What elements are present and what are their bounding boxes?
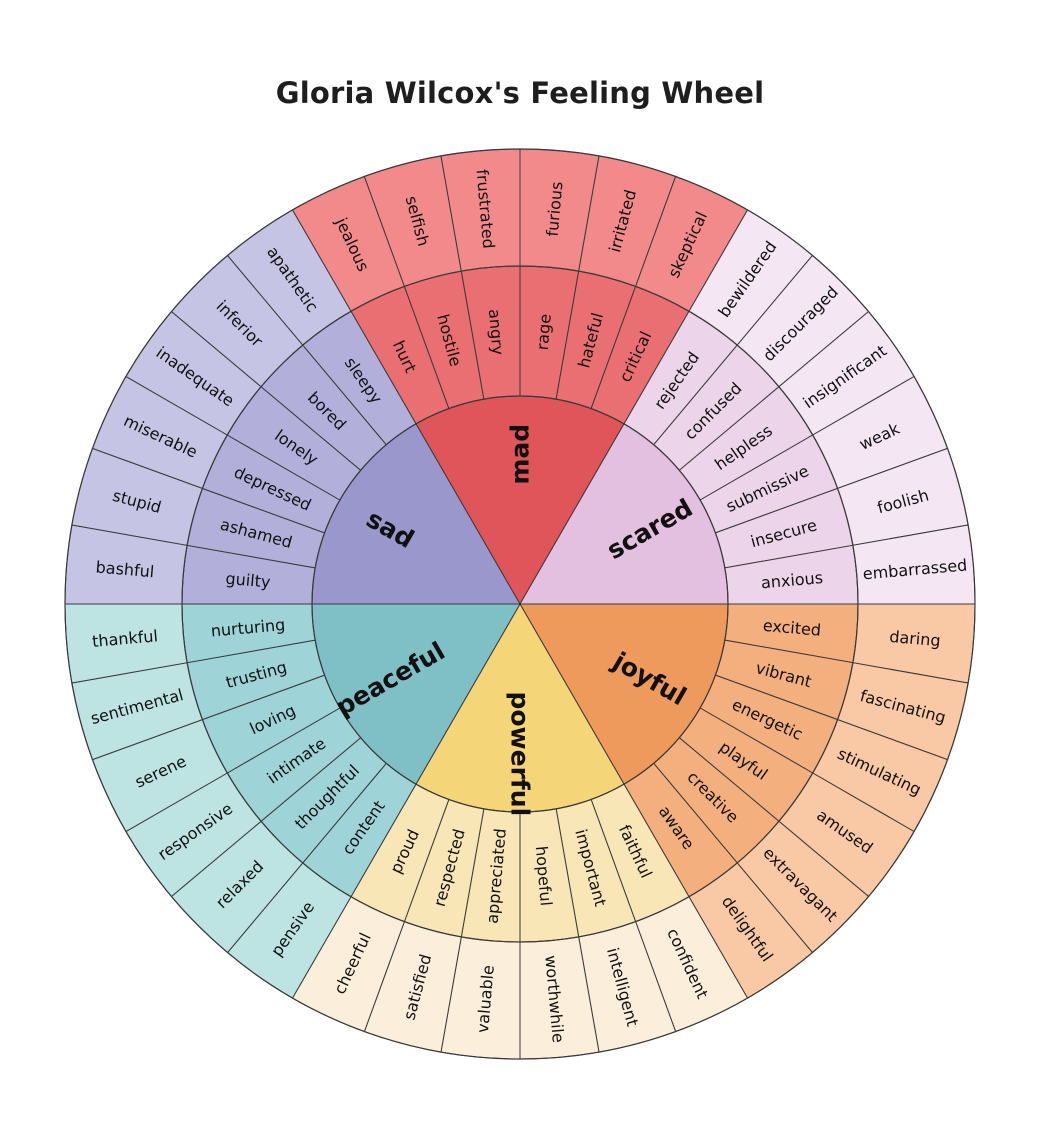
core-label-mad: mad [506, 424, 535, 485]
middle-label-angry: angry [485, 308, 508, 356]
wheel-segments [64, 148, 976, 1060]
middle-label-guilty: guilty [225, 569, 271, 592]
feeling-wheel: hurtjealoushostileselfishangryfrustrated… [64, 148, 976, 1060]
core-label-powerful: powerful [506, 691, 535, 816]
middle-label-rage: rage [533, 313, 555, 351]
